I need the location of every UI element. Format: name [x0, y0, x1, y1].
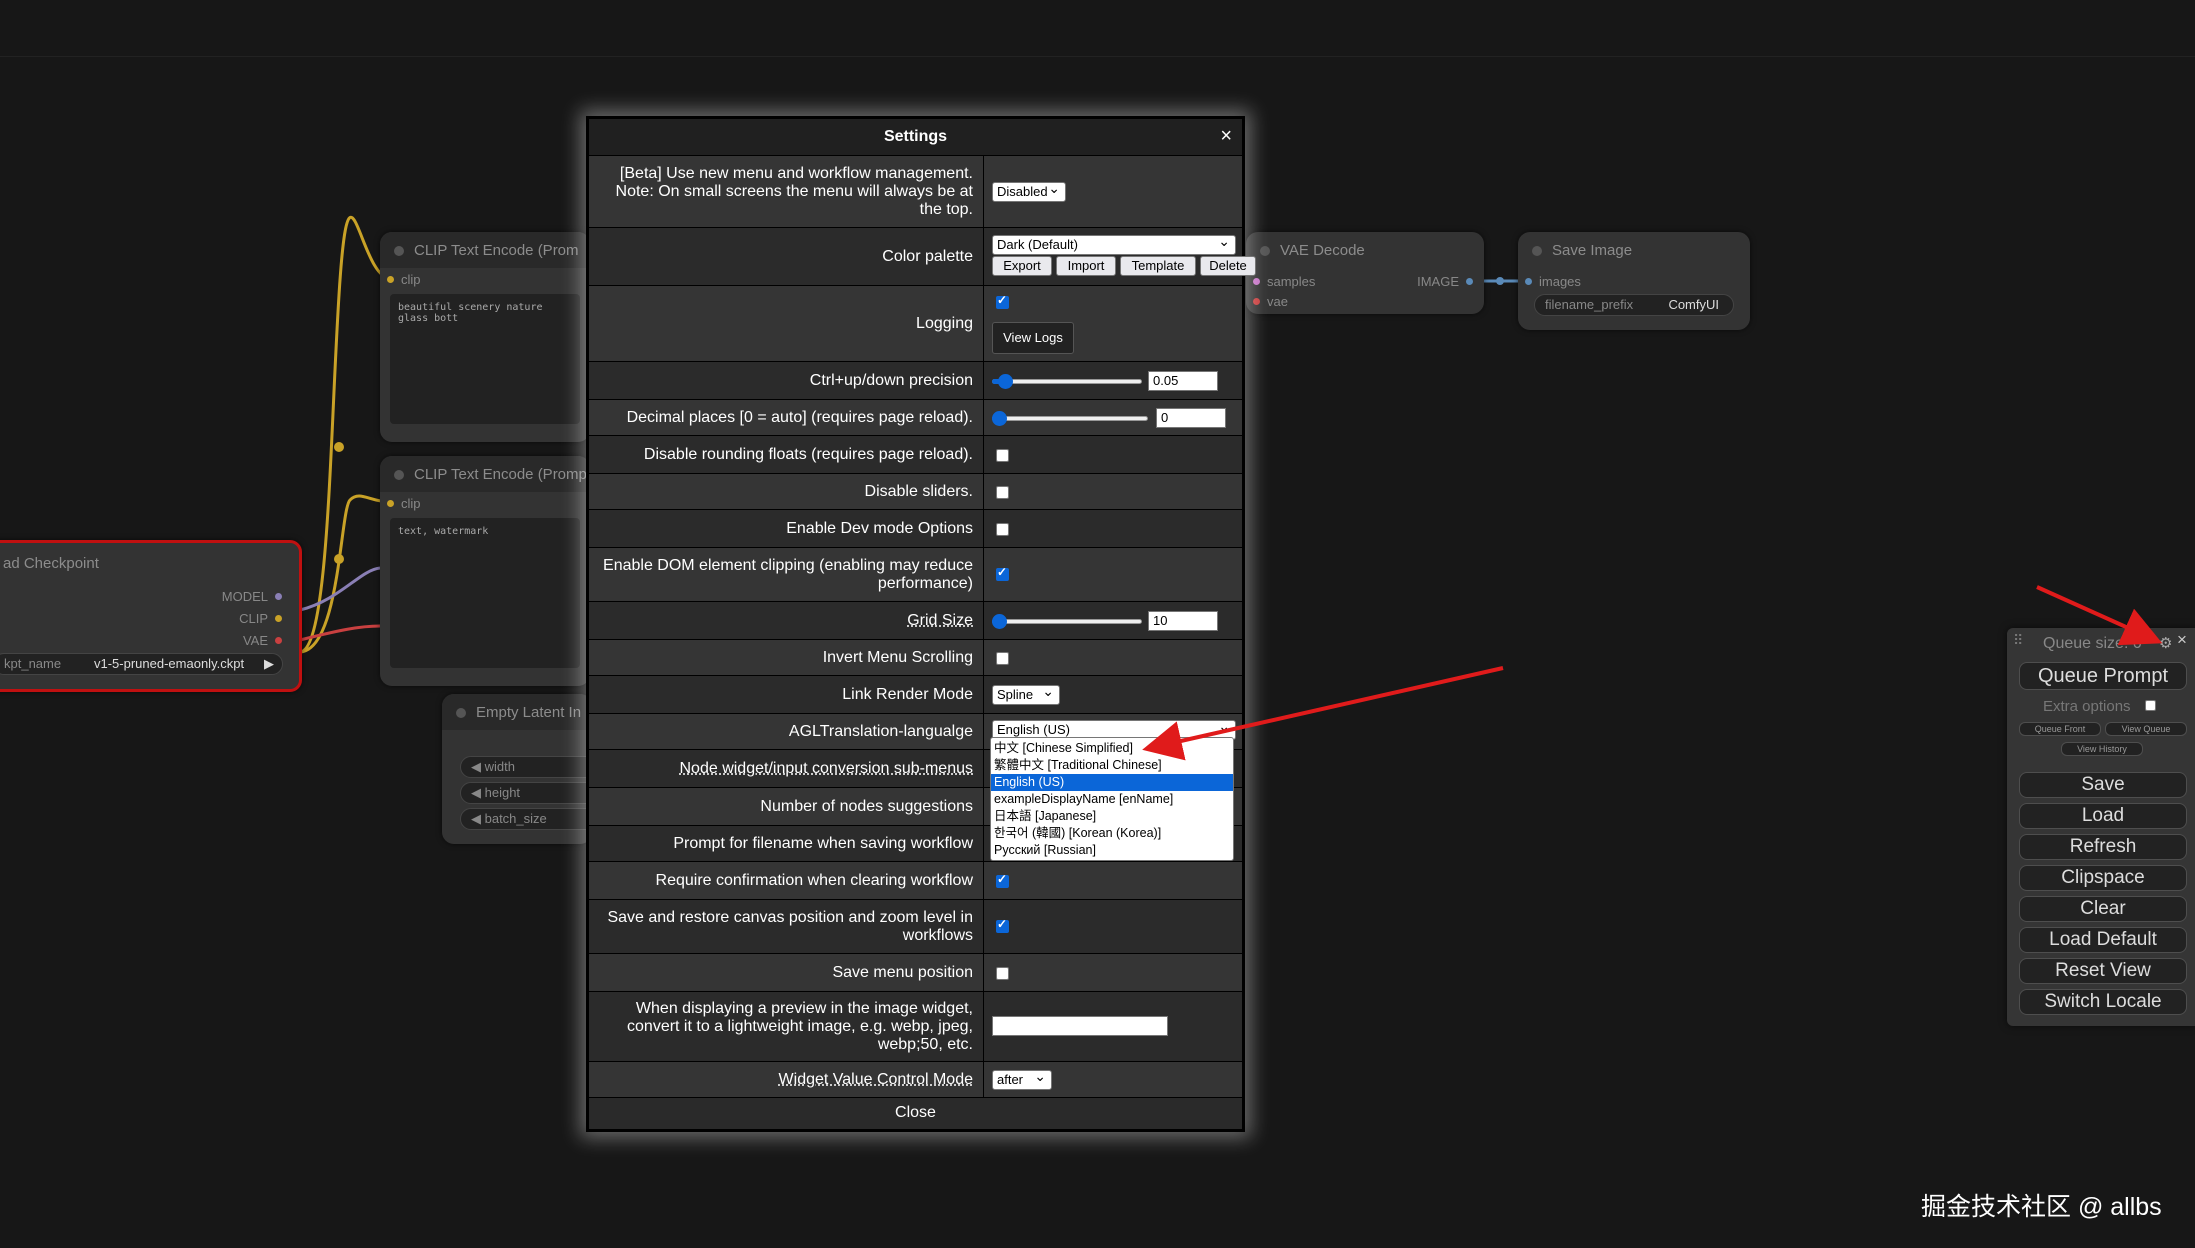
- arrow-to-gear-icon: [2036, 585, 2163, 646]
- watermark: 掘金技术社区 @ allbs: [1921, 1193, 2162, 1221]
- annotation-arrows: [1142, 585, 2163, 761]
- arrow-to-language-option: [1142, 666, 1504, 761]
